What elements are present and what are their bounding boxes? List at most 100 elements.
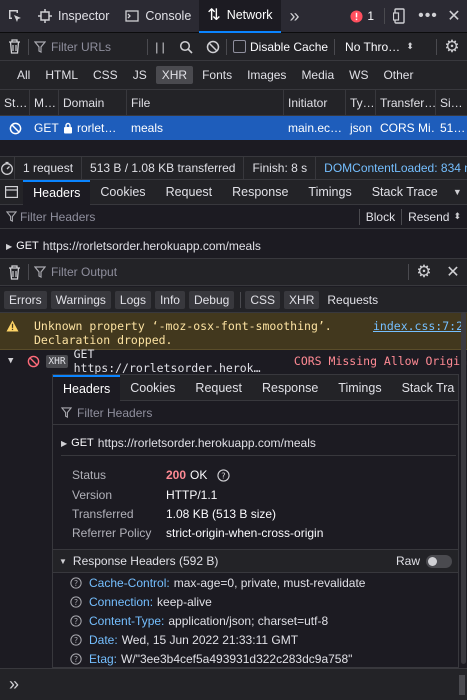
col-type[interactable]: Ty… (346, 89, 376, 116)
tab-inspector[interactable]: Inspector (30, 0, 117, 33)
tabs-overflow-icon[interactable]: ▼ (448, 187, 467, 197)
filter-js[interactable]: JS (127, 66, 153, 84)
help-icon[interactable]: ? (63, 633, 89, 646)
block-url-icon[interactable] (200, 40, 226, 54)
filter-ws[interactable]: WS (343, 66, 374, 84)
referrer-policy-value: strict-origin-when-cross-origin (166, 525, 324, 540)
filter-other[interactable]: Other (377, 66, 419, 84)
help-icon[interactable]: ? (63, 595, 89, 608)
inner-filter-headers-input[interactable]: Filter Headers (77, 406, 152, 420)
help-icon[interactable]: ? (217, 468, 231, 482)
inner-tab-cookies[interactable]: Cookies (120, 375, 185, 401)
tab-timings[interactable]: Timings (298, 180, 361, 205)
filter-headers-input[interactable]: Filter Headers (20, 210, 95, 224)
help-icon[interactable]: ? (63, 576, 89, 589)
error-count: 1 (367, 9, 374, 23)
element-picker-icon[interactable] (0, 0, 30, 33)
console-scrollbar[interactable] (461, 312, 466, 664)
header-value: Wed, 15 Jun 2022 21:33:11 GMT (121, 632, 299, 647)
inner-tab-headers[interactable]: Headers (53, 375, 121, 401)
help-icon[interactable]: ? (63, 614, 89, 627)
col-initiator[interactable]: Initiator (284, 89, 346, 116)
transferred-value: 1.08 KB (513 B size) (166, 506, 277, 521)
col-domain[interactable]: Domain (59, 89, 127, 116)
error-count-badge[interactable]: 1 (350, 9, 374, 23)
pause-icon[interactable]: | | (148, 40, 172, 54)
clear-console-trash-icon[interactable] (0, 264, 28, 280)
help-icon[interactable]: ? (63, 652, 89, 665)
tab-response[interactable]: Response (222, 180, 298, 205)
header-line: ? Connection: keep-alive (63, 592, 458, 611)
svg-text:?: ? (74, 654, 78, 663)
filter-info[interactable]: Info (154, 290, 185, 309)
clear-trash-icon[interactable] (0, 39, 28, 54)
devtools-toolbox: Inspector Console ⇅ Network » 1 ••• ✕ (0, 0, 467, 33)
tab-stack-trace[interactable]: Stack Trace (362, 180, 448, 205)
tab-network[interactable]: ⇅ Network (199, 0, 281, 33)
filter-css-messages[interactable]: CSS (245, 290, 281, 309)
table-row[interactable]: GET rorlet… meals main.ec… json CORS Mi…… (0, 116, 467, 140)
col-file[interactable]: File (127, 89, 284, 116)
tab-cookies[interactable]: Cookies (90, 180, 155, 205)
console-prompt-icon: » (8, 674, 19, 694)
tab-request[interactable]: Request (156, 180, 223, 205)
inner-request-summary[interactable]: ▶ GET https://rorletsorder.herokuapp.com… (53, 433, 458, 453)
filter-all[interactable]: All (11, 66, 36, 84)
tab-headers[interactable]: Headers (23, 179, 91, 205)
filter-errors[interactable]: Errors (4, 290, 47, 309)
more-options-icon[interactable]: ••• (415, 7, 441, 25)
inner-tab-stack-trace[interactable]: Stack Tra (392, 375, 458, 401)
close-devtools-icon[interactable]: ✕ (441, 6, 467, 26)
filter-urls-input[interactable]: Filter URLs (51, 40, 147, 54)
inner-tab-timings[interactable]: Timings (328, 375, 391, 401)
cors-error-text[interactable]: CORS Missing Allow Origin (294, 354, 467, 368)
row-initiator[interactable]: main.ec… (284, 116, 346, 140)
console-xhr-message[interactable]: ▼ XHR GET https://rorletsorder.herok… CO… (0, 347, 467, 375)
col-transferred[interactable]: Transfer… (376, 89, 436, 116)
filter-xhr[interactable]: XHR (155, 66, 194, 84)
status-row: Status 200 OK ? (53, 465, 458, 485)
col-status[interactable]: St… (0, 89, 30, 116)
performance-icon[interactable] (0, 161, 14, 175)
transferred-key: Transferred (72, 506, 134, 521)
disable-cache-checkbox[interactable]: Disable Cache (233, 40, 328, 54)
col-method[interactable]: M… (30, 89, 59, 116)
console-warning-message: Unknown property ‘-moz-osx-font-smoothin… (0, 313, 467, 350)
block-button[interactable]: Block (360, 210, 401, 224)
responsive-design-icon[interactable] (385, 8, 415, 24)
filter-images[interactable]: Images (241, 66, 292, 84)
filter-html[interactable]: HTML (39, 66, 84, 84)
request-summary-line[interactable]: ▶ GET https://rorletsorder.herokuapp.com… (0, 236, 467, 256)
filter-requests[interactable]: Requests (327, 293, 378, 307)
search-icon[interactable] (172, 40, 200, 54)
filter-warnings[interactable]: Warnings (50, 290, 111, 309)
resend-button[interactable]: Resend (402, 210, 453, 224)
filter-media[interactable]: Media (295, 66, 340, 84)
filter-xhr-messages[interactable]: XHR (284, 290, 320, 309)
filter-logs[interactable]: Logs (114, 290, 151, 309)
tab-console[interactable]: Console (117, 0, 199, 33)
filter-debug[interactable]: Debug (188, 290, 235, 309)
warning-source-link[interactable]: index.css:7:2 (373, 319, 463, 333)
filter-css[interactable]: CSS (87, 66, 124, 84)
filter-output-input[interactable]: Filter Output (51, 265, 117, 279)
filter-fonts[interactable]: Fonts (196, 66, 238, 84)
collapse-arrow-icon: ▼ (8, 356, 14, 366)
filter-headers-bar: Filter Headers Block Resend ⬍ (0, 205, 467, 229)
close-split-console-icon[interactable]: ✕ (439, 262, 467, 282)
inner-tab-request[interactable]: Request (185, 375, 252, 401)
error-icon (350, 9, 363, 23)
raw-toggle[interactable] (426, 554, 452, 568)
panel-toggle-icon[interactable] (0, 186, 23, 198)
console-input-bar[interactable]: » (0, 668, 467, 700)
console-settings-gear-icon[interactable]: ⚙ (409, 262, 439, 282)
more-tools-icon[interactable]: » (281, 6, 309, 27)
response-headers-section[interactable]: ▼ Response Headers (592 B) Raw (53, 549, 458, 573)
throttle-value: No Thro… (345, 39, 401, 54)
col-size[interactable]: Si… (436, 90, 467, 116)
inner-tab-response[interactable]: Response (252, 375, 328, 401)
row-domain-text: rorlet… (77, 121, 117, 135)
settings-gear-icon[interactable]: ⚙ (437, 37, 467, 57)
throttle-select[interactable]: No Thro… ⬍ (345, 40, 414, 54)
expand-arrow-icon: ▶ (61, 438, 68, 448)
